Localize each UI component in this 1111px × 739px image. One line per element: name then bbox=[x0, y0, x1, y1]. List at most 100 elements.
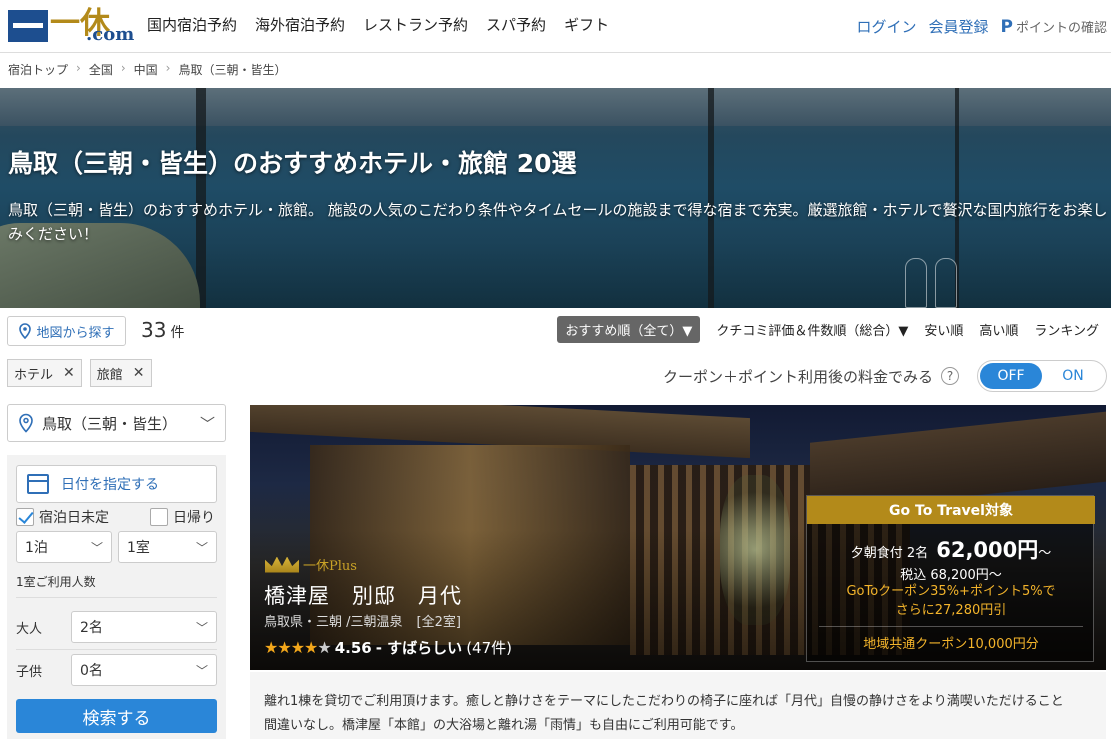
breadcrumb-chugoku[interactable]: 中国 bbox=[134, 61, 158, 78]
close-icon[interactable]: ✕ bbox=[133, 365, 145, 381]
hero-sky bbox=[0, 88, 1111, 126]
divider bbox=[16, 597, 217, 598]
nights-select[interactable]: 1泊 ﹀ bbox=[16, 531, 112, 563]
hotel-location: 鳥取県・三朝 /三朝温泉 [全2室] bbox=[264, 611, 461, 630]
plan-name: 夕朝食付 2名 bbox=[850, 546, 929, 561]
wine-glass bbox=[905, 258, 927, 308]
breadcrumb: 宿泊トップ › 全国 › 中国 › 鳥取（三朝・皆生） bbox=[8, 61, 287, 78]
points-icon: P bbox=[1000, 16, 1013, 37]
price-suffix: 〜 bbox=[1038, 546, 1052, 561]
ikyu-logo[interactable]: 一休 .com bbox=[8, 6, 135, 46]
chevron-right-icon: › bbox=[76, 61, 81, 75]
logo-mark-icon bbox=[8, 10, 48, 42]
map-search-button[interactable]: 地図から探す bbox=[7, 316, 126, 346]
map-pin-icon bbox=[19, 413, 33, 433]
coupon-price-toggle[interactable]: OFF ON bbox=[977, 360, 1107, 392]
register-link[interactable]: 会員登録 bbox=[929, 16, 989, 37]
tax-included-price: 税込 68,200円〜 bbox=[900, 568, 1002, 583]
description-line: 離れ1棟を貸切でご利用頂けます。癒しと静けさをテーマにしたこだわりの椅子に座れば… bbox=[264, 694, 1064, 709]
breadcrumb-national[interactable]: 全国 bbox=[89, 61, 113, 78]
adult-label: 大人 bbox=[16, 622, 43, 637]
sort-bar: おすすめ順（全て）▼ クチコミ評価＆件数順（総合）▼ 安い順 高い順 ランキング bbox=[557, 316, 1099, 343]
sort-reviews[interactable]: クチコミ評価＆件数順（総合）▼ bbox=[716, 320, 908, 339]
result-count: 33 件 bbox=[141, 318, 184, 342]
chevron-down-icon: ﹀ bbox=[195, 663, 208, 678]
hotel-area: 鳥取県・三朝 /三朝温泉 bbox=[264, 615, 403, 630]
adult-value: 2名 bbox=[80, 620, 103, 636]
goto-discount-line1: GoToクーポン35%+ポイント5%で bbox=[846, 584, 1056, 599]
breadcrumb-top[interactable]: 宿泊トップ bbox=[8, 61, 68, 78]
plus-badge: 一休Plus bbox=[265, 555, 357, 574]
toggle-off[interactable]: OFF bbox=[980, 363, 1042, 389]
crown-icon bbox=[265, 556, 299, 573]
checkbox-checked-icon[interactable] bbox=[16, 508, 34, 526]
rating-score: 4.56 bbox=[334, 638, 372, 657]
nav-spa[interactable]: スパ予約 bbox=[486, 14, 546, 35]
points-label: ポイントの確認 bbox=[1015, 21, 1107, 36]
login-link[interactable]: ログイン bbox=[856, 16, 916, 37]
goto-travel-tag: Go To Travel対象 bbox=[807, 496, 1095, 524]
hotel-card[interactable]: 一休Plus 橋津屋 別邸 月代 鳥取県・三朝 /三朝温泉 [全2室] ★★★★… bbox=[250, 405, 1106, 670]
chevron-down-icon: ﹀ bbox=[195, 540, 208, 555]
date-picker-button[interactable]: 日付を指定する bbox=[16, 465, 217, 503]
hotel-description: 離れ1棟を貸切でご利用頂けます。癒しと静けさをテーマにしたこだわりの椅子に座れば… bbox=[250, 672, 1106, 739]
nav-domestic-hotels[interactable]: 国内宿泊予約 bbox=[147, 14, 237, 35]
undecided-label: 宿泊日未定 bbox=[39, 510, 109, 526]
child-value: 0名 bbox=[80, 663, 103, 679]
coupon-price-toggle-row: クーポン＋ポイント利用後の料金でみる ? OFF ON bbox=[663, 360, 1107, 392]
hero-banner: 鳥取（三朝・皆生）のおすすめホテル・旅館 20選 鳥取（三朝・皆生）のおすすめホ… bbox=[0, 88, 1111, 308]
active-filters: ホテル ✕ 旅館 ✕ bbox=[7, 359, 152, 387]
close-icon[interactable]: ✕ bbox=[63, 365, 75, 381]
filter-chip-label: 旅館 bbox=[96, 367, 123, 383]
hotel-rating[interactable]: ★★★★★ 4.56 - すばらしい (47件) bbox=[264, 637, 512, 658]
price-box[interactable]: Go To Travel対象 夕朝食付 2名 62,000円〜 税込 68,20… bbox=[806, 495, 1095, 662]
filter-chip-ryokan[interactable]: 旅館 ✕ bbox=[89, 359, 152, 387]
logo-domain: .com bbox=[86, 24, 135, 45]
filter-chip-hotel[interactable]: ホテル ✕ bbox=[7, 359, 82, 387]
chevron-right-icon: › bbox=[165, 61, 171, 75]
user-nav: ログイン 会員登録 P ポイントの確認 bbox=[856, 16, 1107, 37]
nav-restaurants[interactable]: レストラン予約 bbox=[363, 14, 468, 35]
chevron-down-icon: ﹀ bbox=[195, 620, 208, 635]
nav-gift[interactable]: ギフト bbox=[564, 14, 609, 35]
result-count-unit: 件 bbox=[170, 325, 185, 341]
location-value: 鳥取（三朝・皆生） bbox=[42, 414, 178, 433]
chevron-down-icon: ﹀ bbox=[90, 540, 103, 555]
chevron-down-icon: ﹀ bbox=[199, 414, 215, 433]
daytrip-checkbox[interactable]: 日帰り bbox=[150, 507, 215, 527]
site-header: 一休 .com 国内宿泊予約 海外宿泊予約 レストラン予約 スパ予約 ギフト ロ… bbox=[0, 0, 1111, 53]
child-select[interactable]: 0名 ﹀ bbox=[71, 654, 217, 686]
sort-most-expensive[interactable]: 高い順 bbox=[979, 320, 1018, 339]
page-intro: 鳥取（三朝・皆生）のおすすめホテル・旅館。 施設の人気のこだわり条件やタイムセー… bbox=[8, 201, 1108, 243]
checkbox-icon[interactable] bbox=[150, 508, 168, 526]
rooms-select[interactable]: 1室 ﹀ bbox=[118, 531, 217, 563]
breadcrumb-current: 鳥取（三朝・皆生） bbox=[178, 63, 287, 77]
search-button[interactable]: 検索する bbox=[16, 699, 217, 733]
date-picker-label: 日付を指定する bbox=[61, 477, 159, 493]
description-line: 間違いなし。橋津屋「本館」の大浴場と離れ湯「雨情」も自由にご利用可能です。 bbox=[264, 718, 744, 733]
help-icon[interactable]: ? bbox=[941, 367, 959, 385]
toggle-on[interactable]: ON bbox=[1042, 368, 1104, 384]
plan-price: 夕朝食付 2名 62,000円〜 bbox=[807, 534, 1095, 564]
sort-ranking[interactable]: ランキング bbox=[1034, 320, 1099, 339]
map-pin-icon bbox=[19, 323, 32, 339]
plus-badge-label: 一休Plus bbox=[303, 559, 357, 574]
adult-select[interactable]: 2名 ﹀ bbox=[71, 611, 217, 643]
review-count: (47件) bbox=[466, 639, 512, 657]
location-select[interactable]: 鳥取（三朝・皆生） ﹀ bbox=[7, 404, 226, 442]
sort-recommended[interactable]: おすすめ順（全て）▼ bbox=[557, 316, 701, 343]
points-link[interactable]: P ポイントの確認 bbox=[1001, 17, 1107, 37]
sort-cheapest[interactable]: 安い順 bbox=[924, 320, 963, 339]
map-search-label: 地図から探す bbox=[36, 325, 115, 341]
nav-overseas-hotels[interactable]: 海外宿泊予約 bbox=[255, 14, 345, 35]
daytrip-label: 日帰り bbox=[173, 510, 215, 526]
goto-discount: GoToクーポン35%+ポイント5%で さらに27,280円引 bbox=[807, 582, 1095, 620]
main-nav: 国内宿泊予約 海外宿泊予約 レストラン予約 スパ予約 ギフト bbox=[147, 14, 609, 35]
result-count-number: 33 bbox=[141, 318, 167, 342]
goto-discount-line2: さらに27,280円引 bbox=[895, 603, 1007, 618]
page-title: 鳥取（三朝・皆生）のおすすめホテル・旅館 20選 bbox=[8, 149, 577, 178]
regional-coupon: 地域共通クーポン10,000円分 bbox=[819, 626, 1083, 652]
hotel-name[interactable]: 橋津屋 別邸 月代 bbox=[264, 580, 462, 610]
nights-value: 1泊 bbox=[25, 540, 48, 556]
undecided-checkbox[interactable]: 宿泊日未定 bbox=[16, 507, 109, 527]
